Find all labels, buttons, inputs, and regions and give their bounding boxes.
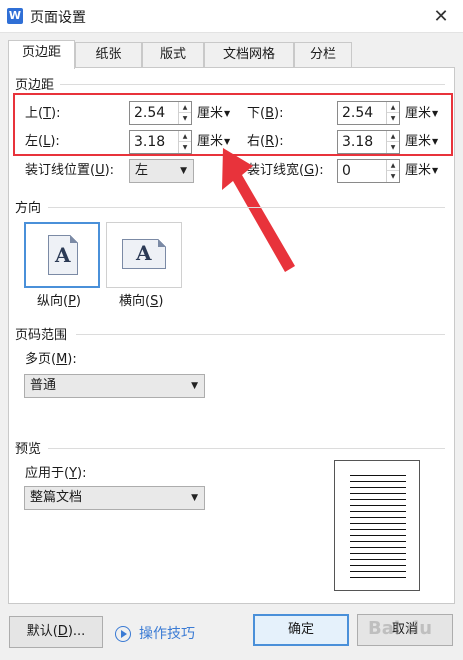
bottom-margin-spinner[interactable]: 2.54 ▲ ▼ (337, 101, 400, 125)
spin-up-icon[interactable]: ▲ (387, 131, 399, 142)
left-margin-label: 左(L): (25, 134, 60, 149)
portrait-letter: A (55, 243, 71, 267)
preview-text-line (350, 577, 406, 578)
landscape-letter: A (136, 241, 152, 265)
portrait-label[interactable]: 纵向(P) (37, 291, 81, 313)
tab-paper[interactable]: 纸张 (75, 42, 142, 68)
dropdown-icon: ▼ (432, 166, 439, 175)
ok-button[interactable]: 确定 (253, 614, 349, 646)
divider (48, 448, 445, 449)
bottom-margin-unit[interactable]: 厘米▼ (405, 103, 438, 125)
apply-to-value: 整篇文档 (30, 490, 83, 505)
close-icon[interactable]: ✕ (429, 5, 453, 29)
dropdown-icon: ▼ (224, 109, 231, 118)
spin-down-icon[interactable]: ▼ (179, 113, 191, 124)
dropdown-icon: ▼ (180, 166, 187, 176)
spin-down-icon[interactable]: ▼ (387, 171, 399, 182)
margins-group-title: 页边距 (15, 74, 61, 93)
right-margin-value[interactable]: 3.18 (342, 132, 373, 152)
bottom-margin-label: 下(B): (247, 106, 284, 121)
apply-to-label: 应用于(Y): (25, 466, 87, 481)
spin-down-icon[interactable]: ▼ (387, 142, 399, 153)
gutter-position-select[interactable]: 左 ▼ (129, 159, 194, 183)
page-range-group-title: 页码范围 (15, 324, 74, 343)
right-margin-unit[interactable]: 厘米▼ (405, 131, 438, 153)
left-margin-spinner[interactable]: 3.18 ▲ ▼ (129, 130, 192, 154)
left-margin-value[interactable]: 3.18 (134, 132, 165, 152)
preview-text-line (350, 487, 406, 488)
window-title: 页面设置 (30, 10, 86, 26)
spin-up-icon[interactable]: ▲ (179, 102, 191, 113)
annotation-arrow-icon (222, 148, 295, 272)
preview-text-line (350, 559, 406, 560)
dropdown-icon: ▼ (432, 137, 439, 146)
preview-text-line (350, 511, 406, 512)
divider (76, 334, 445, 335)
multiple-pages-select[interactable]: 普通 ▼ (24, 374, 205, 398)
bottom-margin-value[interactable]: 2.54 (342, 103, 373, 123)
tab-margins[interactable]: 页边距 (8, 40, 75, 69)
landscape-label[interactable]: 横向(S) (119, 291, 163, 313)
spin-down-icon[interactable]: ▼ (387, 113, 399, 124)
tab-columns[interactable]: 分栏 (294, 42, 352, 68)
divider (60, 84, 445, 85)
multiple-pages-value: 普通 (30, 378, 57, 393)
gutter-position-value: 左 (135, 163, 149, 178)
title-bar: W 页面设置 ✕ (0, 0, 463, 33)
preview-text-line (350, 565, 406, 566)
play-circle-icon[interactable] (115, 626, 131, 642)
top-margin-spinner[interactable]: 2.54 ▲ ▼ (129, 101, 192, 125)
dropdown-icon: ▼ (432, 109, 439, 118)
dropdown-icon: ▼ (224, 137, 231, 146)
watermark-logo: Bai du (368, 618, 433, 639)
preview-text-line (350, 475, 406, 476)
preview-text-line (350, 481, 406, 482)
landscape-option[interactable]: A (106, 222, 182, 288)
preview-text-line (350, 571, 406, 572)
apply-to-select[interactable]: 整篇文档 ▼ (24, 486, 205, 510)
top-margin-label: 上(T): (25, 106, 61, 121)
preview-text-line (350, 523, 406, 524)
spin-up-icon[interactable]: ▲ (179, 131, 191, 142)
spin-up-icon[interactable]: ▲ (387, 102, 399, 113)
dropdown-icon: ▼ (191, 493, 198, 503)
gutter-position-label: 装订线位置(U): (25, 163, 115, 178)
preview-text-line (350, 541, 406, 542)
operation-tips-link[interactable]: 操作技巧 (139, 624, 195, 644)
tab-document-grid[interactable]: 文档网格 (204, 42, 294, 68)
preview-text-line (350, 553, 406, 554)
default-button[interactable]: 默认(D)... (9, 616, 103, 648)
top-margin-unit[interactable]: 厘米▼ (197, 103, 230, 125)
top-margin-value[interactable]: 2.54 (134, 103, 165, 123)
orientation-group-title: 方向 (15, 197, 48, 216)
preview-text-line (350, 499, 406, 500)
portrait-option[interactable]: A (24, 222, 100, 288)
spin-up-icon[interactable]: ▲ (387, 160, 399, 171)
gutter-width-value[interactable]: 0 (342, 161, 351, 181)
preview-text-line (350, 535, 406, 536)
wps-app-icon: W (7, 8, 23, 24)
tab-layout[interactable]: 版式 (142, 42, 204, 68)
preview-text-line (350, 493, 406, 494)
right-margin-spinner[interactable]: 3.18 ▲ ▼ (337, 130, 400, 154)
preview-group-title: 预览 (15, 438, 48, 457)
page-preview (334, 460, 420, 591)
gutter-width-spinner[interactable]: 0 ▲ ▼ (337, 159, 400, 183)
dropdown-icon: ▼ (191, 381, 198, 391)
spin-down-icon[interactable]: ▼ (179, 142, 191, 153)
preview-text-line (350, 517, 406, 518)
preview-text-line (350, 547, 406, 548)
preview-text-line (350, 505, 406, 506)
preview-text-line (350, 529, 406, 530)
gutter-width-unit[interactable]: 厘米▼ (405, 160, 438, 182)
divider (48, 207, 445, 208)
multiple-pages-label: 多页(M): (25, 352, 77, 367)
